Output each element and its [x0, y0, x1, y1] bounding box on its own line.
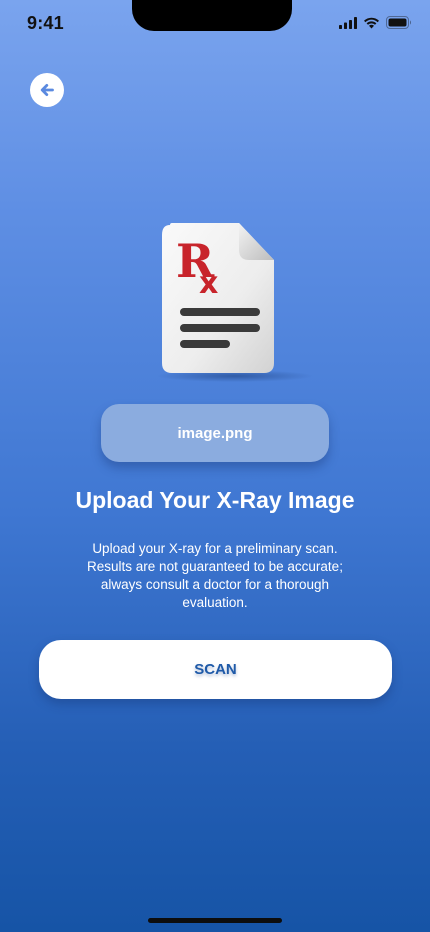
description-text: Upload your X-ray for a preliminary scan… [87, 541, 343, 610]
battery-icon [386, 16, 411, 29]
notch [132, 0, 292, 31]
status-bar: 9:41 [0, 0, 430, 48]
page-title: Upload Your X-Ray Image [75, 487, 355, 513]
scan-button[interactable]: SCAN [39, 640, 392, 699]
prescription-document-icon: R x [150, 215, 320, 385]
home-indicator [148, 918, 282, 923]
file-name-label: image.png [177, 424, 253, 442]
status-icons [339, 16, 412, 29]
back-button[interactable] [30, 73, 64, 107]
signal-icon [339, 16, 357, 29]
status-time: 9:41 [27, 13, 64, 33]
upload-screen: 9:41 R x image.png Upload Your X-Ray Ima… [0, 0, 430, 932]
svg-text:x: x [199, 266, 218, 301]
scan-button-label: SCAN [194, 661, 237, 678]
file-name-chip[interactable]: image.png [101, 404, 329, 462]
arrow-left-icon [40, 84, 54, 96]
wifi-icon [364, 17, 379, 28]
